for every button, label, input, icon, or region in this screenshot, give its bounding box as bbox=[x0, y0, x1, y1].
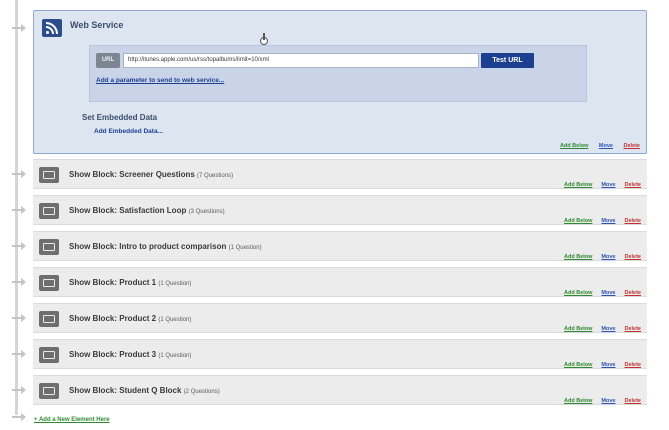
element-actions: Add Below Move Delete bbox=[551, 143, 640, 149]
move-link[interactable]: Move bbox=[601, 398, 615, 404]
add-below-link[interactable]: Add Below bbox=[564, 182, 592, 188]
embedded-data-title: Set Embedded Data bbox=[82, 113, 158, 122]
block-label: Show Block: Product 3 (1 Question) bbox=[69, 350, 191, 359]
flow-arrow-icon bbox=[12, 385, 26, 395]
block-name: Show Block: Product 1 bbox=[69, 278, 157, 287]
delete-link[interactable]: Delete bbox=[624, 218, 641, 224]
show-block-row[interactable]: Show Block: Product 1 (1 Question) Add Be… bbox=[33, 267, 647, 297]
block-label: Show Block: Product 2 (1 Question) bbox=[69, 314, 191, 323]
move-link[interactable]: Move bbox=[601, 182, 615, 188]
add-parameter-link[interactable]: Add a parameter to send to web service..… bbox=[96, 77, 224, 84]
add-below-link[interactable]: Add Below bbox=[564, 326, 592, 332]
block-name: Show Block: Product 2 bbox=[69, 314, 157, 323]
add-below-link[interactable]: Add Below bbox=[564, 254, 592, 260]
move-link[interactable]: Move bbox=[601, 218, 615, 224]
block-label: Show Block: Satisfaction Loop (3 Questio… bbox=[69, 206, 225, 215]
test-url-button[interactable]: Test URL bbox=[481, 53, 534, 68]
show-block-row[interactable]: Show Block: Student Q Block (2 Questions… bbox=[33, 375, 647, 405]
web-service-title: Web Service bbox=[70, 20, 124, 30]
element-actions: Add Below Move Delete bbox=[555, 218, 641, 224]
block-name: Show Block: Satisfaction Loop bbox=[69, 206, 187, 215]
block-question-count: (7 Questions) bbox=[197, 173, 234, 179]
move-link[interactable]: Move bbox=[601, 290, 615, 296]
url-panel: URL http://itunes.apple.com/us/rss/topal… bbox=[89, 45, 587, 102]
block-icon bbox=[39, 383, 59, 399]
show-block-row[interactable]: Show Block: Product 2 (1 Question) Add Be… bbox=[33, 303, 647, 333]
block-icon bbox=[39, 167, 59, 183]
move-link[interactable]: Move bbox=[599, 143, 613, 149]
flow-arrow-icon bbox=[12, 349, 26, 359]
block-icon bbox=[39, 239, 59, 255]
flow-arrow-icon bbox=[12, 241, 26, 251]
url-tag: URL bbox=[96, 53, 120, 68]
block-icon bbox=[39, 275, 59, 291]
block-question-count: (2 Questions) bbox=[183, 389, 220, 395]
delete-link[interactable]: Delete bbox=[624, 290, 641, 296]
block-question-count: (3 Questions) bbox=[188, 209, 225, 215]
flow-arrow-icon bbox=[12, 169, 26, 179]
element-actions: Add Below Move Delete bbox=[555, 398, 641, 404]
element-actions: Add Below Move Delete bbox=[555, 254, 641, 260]
block-name: Show Block: Product 3 bbox=[69, 350, 157, 359]
block-icon bbox=[39, 347, 59, 363]
element-actions: Add Below Move Delete bbox=[555, 290, 641, 296]
block-icon bbox=[39, 311, 59, 327]
add-embedded-data-link[interactable]: Add Embedded Data... bbox=[94, 128, 163, 135]
block-name: Show Block: Student Q Block bbox=[69, 386, 182, 395]
add-below-link[interactable]: Add Below bbox=[564, 362, 592, 368]
delete-link[interactable]: Delete bbox=[624, 362, 641, 368]
block-name: Show Block: Screener Questions bbox=[69, 170, 195, 179]
block-question-count: (1 Question) bbox=[158, 281, 192, 287]
text-cursor-icon bbox=[258, 33, 270, 47]
block-question-count: (1 Question) bbox=[228, 245, 262, 251]
add-below-link[interactable]: Add Below bbox=[564, 218, 592, 224]
show-block-row[interactable]: Show Block: Intro to product comparison … bbox=[33, 231, 647, 261]
add-below-link[interactable]: Add Below bbox=[564, 398, 592, 404]
block-icon bbox=[39, 203, 59, 219]
move-link[interactable]: Move bbox=[601, 362, 615, 368]
rss-icon bbox=[42, 19, 62, 37]
show-block-row[interactable]: Show Block: Satisfaction Loop (3 Questio… bbox=[33, 195, 647, 225]
block-name: Show Block: Intro to product comparison bbox=[69, 242, 227, 251]
flow-arrow-icon bbox=[12, 412, 26, 422]
add-below-link[interactable]: Add Below bbox=[560, 143, 588, 149]
move-link[interactable]: Move bbox=[601, 254, 615, 260]
element-actions: Add Below Move Delete bbox=[555, 362, 641, 368]
delete-link[interactable]: Delete bbox=[624, 182, 641, 188]
flow-arrow-icon bbox=[12, 205, 26, 215]
block-question-count: (1 Question) bbox=[158, 353, 192, 359]
block-label: Show Block: Intro to product comparison … bbox=[69, 242, 262, 251]
element-actions: Add Below Move Delete bbox=[555, 326, 641, 332]
flow-arrow-icon bbox=[12, 277, 26, 287]
block-label: Show Block: Product 1 (1 Question) bbox=[69, 278, 191, 287]
add-below-link[interactable]: Add Below bbox=[564, 290, 592, 296]
move-link[interactable]: Move bbox=[601, 326, 615, 332]
block-question-count: (1 Question) bbox=[158, 317, 192, 323]
web-service-element[interactable]: Web Service URL http://itunes.apple.com/… bbox=[33, 10, 647, 154]
delete-link[interactable]: Delete bbox=[624, 398, 641, 404]
show-block-row[interactable]: Show Block: Screener Questions (7 Questi… bbox=[33, 159, 647, 189]
block-label: Show Block: Student Q Block (2 Questions… bbox=[69, 386, 220, 395]
url-input[interactable]: http://itunes.apple.com/us/rss/topalbums… bbox=[123, 53, 479, 68]
delete-link[interactable]: Delete bbox=[624, 254, 641, 260]
delete-link[interactable]: Delete bbox=[624, 326, 641, 332]
flow-arrow-icon bbox=[12, 23, 26, 33]
block-label: Show Block: Screener Questions (7 Questi… bbox=[69, 170, 233, 179]
element-actions: Add Below Move Delete bbox=[555, 182, 641, 188]
flow-arrow-icon bbox=[12, 313, 26, 323]
show-block-row[interactable]: Show Block: Product 3 (1 Question) Add Be… bbox=[33, 339, 647, 369]
add-new-element-link[interactable]: + Add a New Element Here bbox=[34, 417, 110, 423]
delete-link[interactable]: Delete bbox=[623, 143, 640, 149]
